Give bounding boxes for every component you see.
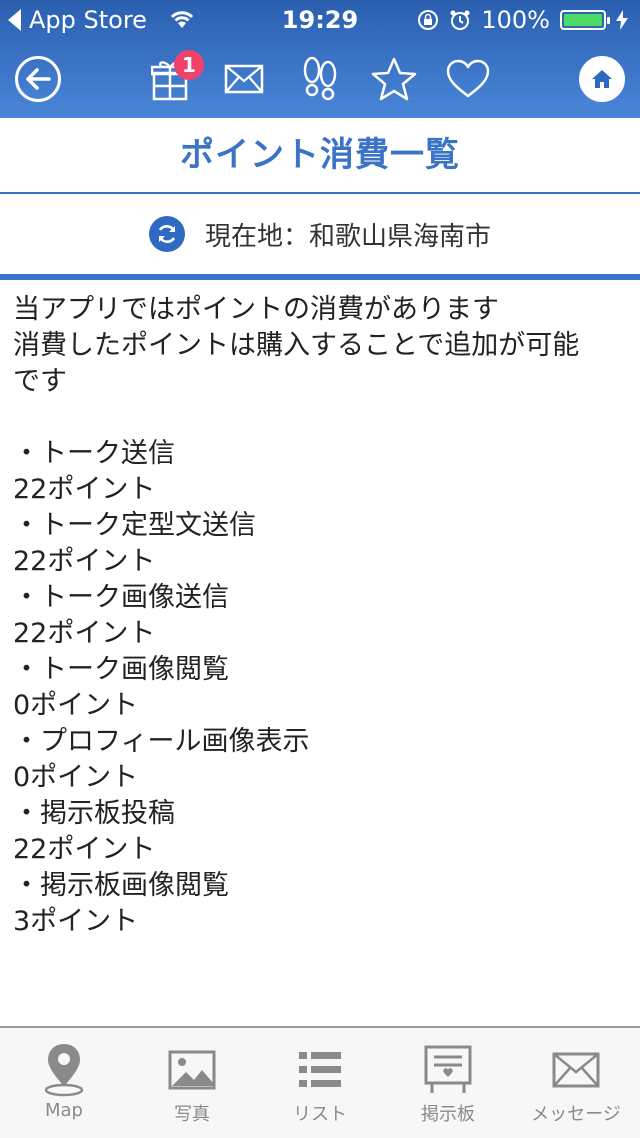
- tab-board[interactable]: 掲示板: [384, 1028, 512, 1138]
- tab-list-label: リスト: [293, 1104, 347, 1125]
- home-icon: [579, 56, 625, 102]
- tab-bar: Map 写真 リスト 掲示板 メッセージ: [0, 1026, 640, 1138]
- item-points: 22ポイント: [13, 618, 156, 649]
- item-points: 0ポイント: [13, 690, 139, 721]
- item-name: ・プロフィール画像表示: [13, 726, 310, 757]
- gift-badge: 1: [174, 50, 204, 80]
- tab-board-label: 掲示板: [421, 1104, 475, 1125]
- mail-icon: [224, 64, 264, 94]
- item-points: 22ポイント: [13, 834, 156, 865]
- item-points: 22ポイント: [13, 474, 156, 505]
- item-points: 3ポイント: [13, 906, 139, 937]
- orientation-lock-icon: [418, 10, 439, 30]
- intro-text: です: [13, 366, 67, 397]
- tab-message[interactable]: メッセージ: [512, 1028, 640, 1138]
- section-divider: [0, 274, 640, 280]
- tab-list[interactable]: リスト: [256, 1028, 384, 1138]
- message-icon: [552, 1052, 600, 1088]
- header: App Store 19:29 100% 1: [0, 0, 640, 118]
- nav-bar: 1: [0, 44, 640, 118]
- charging-icon: [616, 10, 628, 30]
- back-arrow-icon: [15, 56, 61, 102]
- tab-map[interactable]: Map: [0, 1028, 128, 1138]
- like-button[interactable]: [438, 44, 498, 114]
- refresh-icon[interactable]: [148, 216, 185, 252]
- gift-button[interactable]: 1: [140, 44, 204, 114]
- tab-photo[interactable]: 写真: [128, 1028, 256, 1138]
- item-name: ・トーク定型文送信: [13, 510, 256, 541]
- tab-map-label: Map: [45, 1100, 83, 1121]
- location-text: 現在地：和歌山県海南市: [204, 221, 491, 252]
- photo-icon: [168, 1050, 216, 1090]
- item-name: ・掲示板投稿: [13, 798, 175, 829]
- item-name: ・掲示板画像閲覧: [13, 870, 229, 901]
- item-name: ・トーク画像送信: [13, 582, 229, 613]
- home-button[interactable]: [572, 44, 632, 114]
- battery-percent: 100%: [481, 6, 550, 34]
- page-title: ポイント消費一覧: [180, 135, 460, 175]
- star-icon: [371, 57, 417, 101]
- location-bar[interactable]: 現在地：和歌山県海南市: [0, 194, 640, 274]
- footprints-button[interactable]: [290, 44, 350, 114]
- favorite-button[interactable]: [364, 44, 424, 114]
- item-points: 0ポイント: [13, 762, 139, 793]
- page-title-bar: ポイント消費一覧: [0, 118, 640, 194]
- heart-icon: [446, 59, 490, 98]
- item-name: ・トーク送信: [13, 438, 175, 469]
- board-icon: [424, 1045, 472, 1093]
- tab-photo-label: 写真: [174, 1104, 210, 1125]
- item-name: ・トーク画像閲覧: [13, 654, 229, 685]
- status-bar: App Store 19:29 100%: [0, 0, 640, 40]
- battery-icon: [560, 10, 610, 30]
- map-pin-icon: [44, 1044, 84, 1097]
- intro-text: 消費したポイントは購入することで追加が可能: [13, 330, 580, 361]
- alarm-icon: [450, 10, 470, 30]
- list-icon: [299, 1052, 341, 1087]
- tab-message-label: メッセージ: [531, 1104, 621, 1125]
- item-points: 22ポイント: [13, 546, 156, 577]
- intro-text: 当アプリではポイントの消費があります: [13, 294, 499, 325]
- mail-button[interactable]: [214, 44, 274, 114]
- back-button[interactable]: [8, 44, 68, 114]
- footprints-icon: [303, 56, 337, 101]
- points-content: 当アプリではポイントの消費があります 消費したポイントは購入することで追加が可能…: [13, 292, 628, 940]
